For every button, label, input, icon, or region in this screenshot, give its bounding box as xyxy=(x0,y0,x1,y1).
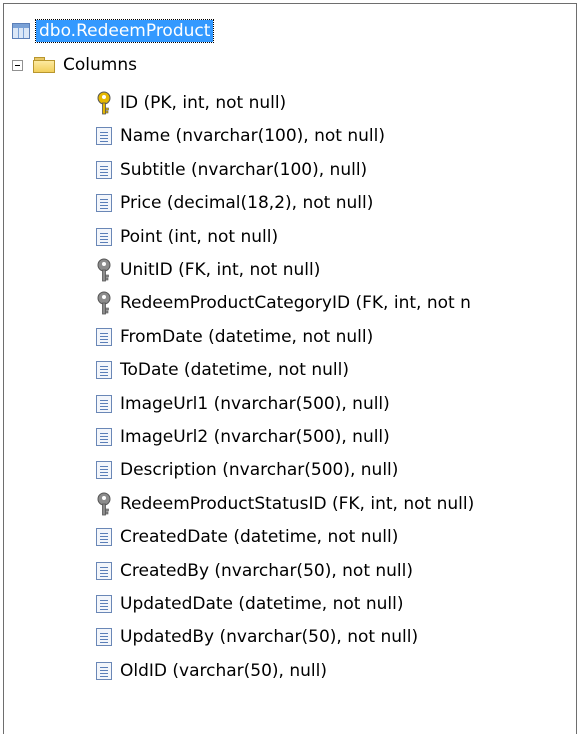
columns-folder-label[interactable]: Columns xyxy=(63,54,137,76)
column-label[interactable]: Name (nvarchar(100), not null) xyxy=(120,125,385,147)
column-label[interactable]: RedeemProductCategoryID (FK, int, not n xyxy=(120,292,471,314)
column-label[interactable]: UpdatedBy (nvarchar(50), not null) xyxy=(120,626,418,648)
tree-node-column[interactable]: Description (nvarchar(500), null) xyxy=(96,455,398,485)
column-icon xyxy=(96,328,112,346)
column-label[interactable]: RedeemProductStatusID (FK, int, not null… xyxy=(120,493,474,515)
tree-node-column[interactable]: UpdatedDate (datetime, not null) xyxy=(96,589,403,619)
column-label[interactable]: Price (decimal(18,2), not null) xyxy=(120,192,373,214)
table-node-label[interactable]: dbo.RedeemProduct xyxy=(34,19,215,43)
tree-node-column[interactable]: ImageUrl2 (nvarchar(500), null) xyxy=(96,422,390,452)
column-label[interactable]: Description (nvarchar(500), null) xyxy=(120,459,398,481)
foreign-key-icon xyxy=(97,492,111,516)
column-label[interactable]: FromDate (datetime, not null) xyxy=(120,326,373,348)
folder-icon xyxy=(33,57,55,73)
tree-node-column[interactable]: Point (int, not null) xyxy=(96,222,278,252)
foreign-key-icon xyxy=(97,291,111,315)
column-icon xyxy=(96,562,112,580)
tree-node-column[interactable]: ID (PK, int, not null) xyxy=(96,88,286,118)
column-label[interactable]: UpdatedDate (datetime, not null) xyxy=(120,593,403,615)
tree-node-column[interactable]: CreatedBy (nvarchar(50), not null) xyxy=(96,556,413,586)
column-icon xyxy=(96,161,112,179)
column-label[interactable]: ImageUrl1 (nvarchar(500), null) xyxy=(120,393,390,415)
column-label[interactable]: UnitID (FK, int, not null) xyxy=(120,259,320,281)
tree-node-column[interactable]: OldID (varchar(50), null) xyxy=(96,656,327,686)
tree-node-column[interactable]: ImageUrl1 (nvarchar(500), null) xyxy=(96,389,390,419)
column-icon xyxy=(96,595,112,613)
column-icon xyxy=(96,628,112,646)
column-icon xyxy=(96,461,112,479)
primary-key-icon xyxy=(97,91,111,115)
collapse-icon[interactable] xyxy=(12,59,23,71)
object-explorer-tree: dbo.RedeemProduct Columns ID (PK, int, n… xyxy=(0,0,578,737)
tree-node-column[interactable]: ToDate (datetime, not null) xyxy=(96,355,349,385)
tree-node-column[interactable]: RedeemProductCategoryID (FK, int, not n xyxy=(96,288,471,318)
tree-node-column[interactable]: Subtitle (nvarchar(100), null) xyxy=(96,155,367,185)
column-icon xyxy=(96,127,112,145)
tree-node-column[interactable]: UnitID (FK, int, not null) xyxy=(96,255,320,285)
foreign-key-icon xyxy=(97,258,111,282)
tree-node-column[interactable]: CreatedDate (datetime, not null) xyxy=(96,522,398,552)
column-icon xyxy=(96,662,112,680)
column-label[interactable]: ID (PK, int, not null) xyxy=(120,92,286,114)
column-label[interactable]: ToDate (datetime, not null) xyxy=(120,359,349,381)
column-icon xyxy=(96,194,112,212)
column-icon xyxy=(96,228,112,246)
column-label[interactable]: Subtitle (nvarchar(100), null) xyxy=(120,159,367,181)
column-icon xyxy=(96,361,112,379)
tree-node-column[interactable]: UpdatedBy (nvarchar(50), not null) xyxy=(96,622,418,652)
tree-node-column[interactable]: FromDate (datetime, not null) xyxy=(96,322,373,352)
column-label[interactable]: ImageUrl2 (nvarchar(500), null) xyxy=(120,426,390,448)
column-label[interactable]: CreatedDate (datetime, not null) xyxy=(120,526,398,548)
column-label[interactable]: CreatedBy (nvarchar(50), not null) xyxy=(120,560,413,582)
tree-node-columns-folder[interactable]: Columns xyxy=(12,50,137,80)
tree-node-table[interactable]: dbo.RedeemProduct xyxy=(12,16,215,46)
tree-node-column[interactable]: Name (nvarchar(100), not null) xyxy=(96,121,385,151)
tree-node-column[interactable]: RedeemProductStatusID (FK, int, not null… xyxy=(96,489,474,519)
column-icon xyxy=(96,428,112,446)
column-label[interactable]: OldID (varchar(50), null) xyxy=(120,660,327,682)
column-icon xyxy=(96,395,112,413)
column-icon xyxy=(96,528,112,546)
table-icon xyxy=(12,23,30,39)
column-label[interactable]: Point (int, not null) xyxy=(120,226,278,248)
tree-node-column[interactable]: Price (decimal(18,2), not null) xyxy=(96,188,373,218)
